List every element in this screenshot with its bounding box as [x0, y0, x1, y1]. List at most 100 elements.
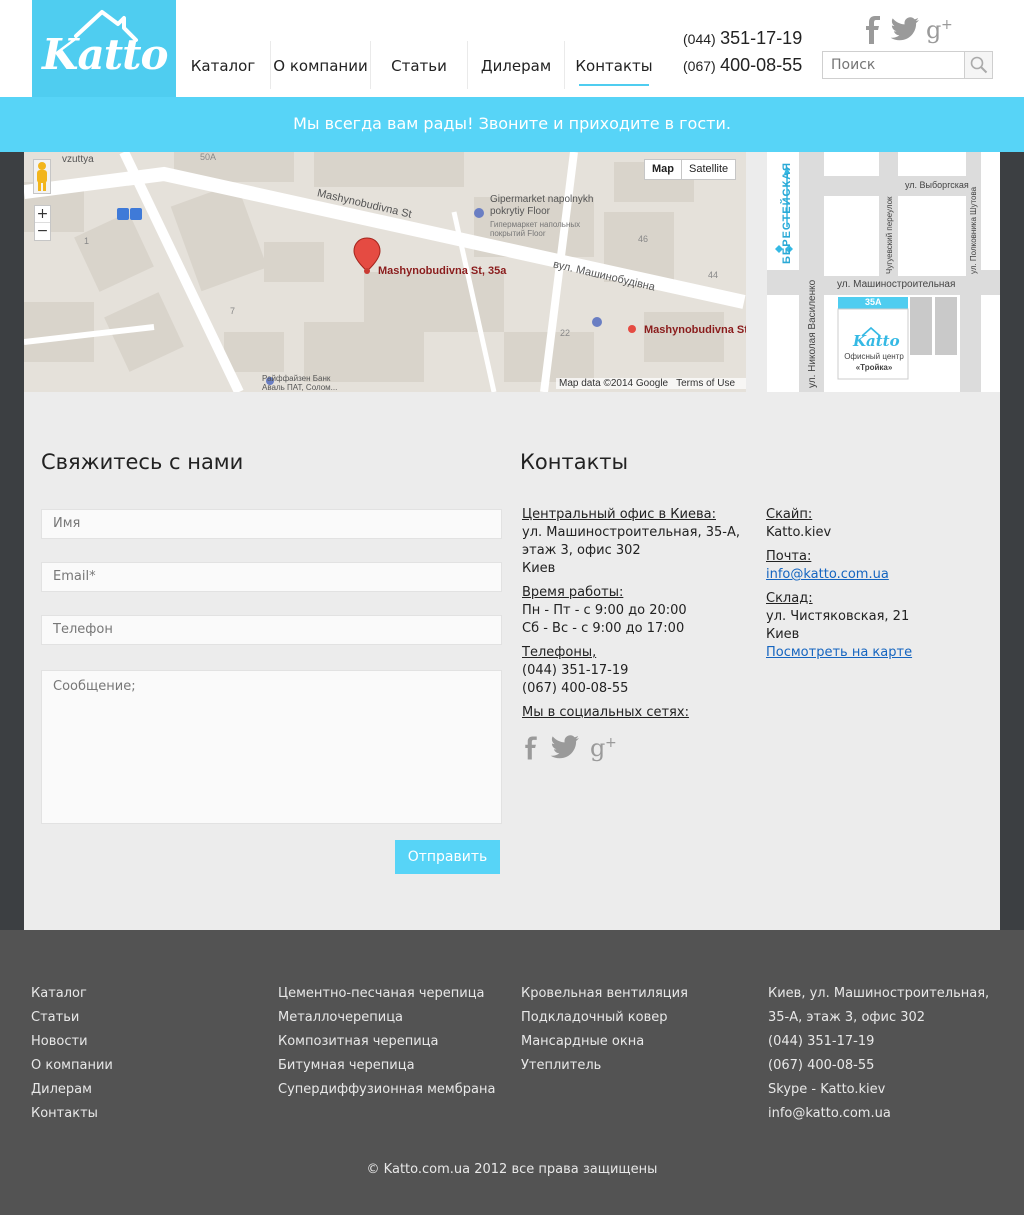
footer-link-product[interactable]: Цементно-песчаная черепица	[278, 982, 495, 1006]
footer-link-product[interactable]: Мансардные окна	[521, 1030, 688, 1054]
svg-text:+: +	[605, 735, 617, 751]
contacts-right-column: Скайп: Katto.kiev Почта: info@katto.com.…	[766, 506, 986, 662]
mail-label: Почта:	[766, 549, 812, 564]
map-type-map[interactable]: Map	[645, 160, 682, 179]
contacts-social: g +	[522, 734, 620, 762]
footer-link-product[interactable]: Утеплитель	[521, 1054, 688, 1078]
warehouse-label: Склад:	[766, 591, 813, 606]
email-field[interactable]: Email*	[41, 562, 502, 592]
scheme-street-vyborg: ул. Выборгская	[905, 180, 969, 190]
office-label: Центральный офис в Киева:	[522, 507, 716, 522]
map-type-satellite[interactable]: Satellite	[682, 160, 735, 179]
map-data-text: Map data ©2014 Google	[559, 378, 669, 389]
footer-link-about[interactable]: О компании	[31, 1054, 113, 1078]
twitter-icon[interactable]	[890, 17, 920, 43]
google-map[interactable]: + − Map Satellite Mashynobudivna St, 35a…	[24, 152, 746, 392]
map-num-44: 44	[708, 270, 719, 280]
map-type-toggle: Map Satellite	[644, 159, 737, 180]
nav-item-articles[interactable]: Статьи	[371, 41, 468, 89]
header-social: g +	[862, 16, 956, 44]
search-icon	[970, 56, 987, 74]
footer-link-product[interactable]: Металлочерепица	[278, 1006, 495, 1030]
map-top-left-label: vzuttya	[62, 154, 94, 165]
google-plus-icon[interactable]: g +	[926, 16, 956, 44]
contacts-phone-1[interactable]: (044) 351-17-19	[522, 662, 752, 680]
submit-button[interactable]: Отправить	[395, 840, 500, 874]
facebook-icon[interactable]	[522, 735, 540, 761]
warehouse-address: ул. Чистяковская, 21	[766, 609, 910, 624]
footer-link-contacts[interactable]: Контакты	[31, 1102, 113, 1126]
name-field[interactable]: Имя	[41, 509, 502, 539]
phones-label: Телефоны,	[522, 645, 597, 660]
footer-link-product[interactable]: Кровельная вентиляция	[521, 982, 688, 1006]
nav-item-contacts[interactable]: Контакты	[565, 41, 663, 89]
search-button[interactable]	[964, 52, 992, 78]
location-scheme: БЕРЕСТЕЙСКАЯ ул. Выборгская Чугуевский п…	[767, 152, 1000, 392]
header-phones: (044) 351-17-19 (067) 400-08-55	[683, 28, 802, 82]
hours-label: Время работы:	[522, 585, 624, 600]
map-pin-label: Mashynobudivna St, 35a	[378, 265, 507, 277]
mail-link[interactable]: info@katto.com.ua	[766, 566, 986, 584]
skype-value: Katto.kiev	[766, 525, 832, 540]
contacts-phone-2[interactable]: (067) 400-08-55	[522, 680, 752, 698]
footer-link-product[interactable]: Битумная черепица	[278, 1054, 495, 1078]
phone-field[interactable]: Телефон	[41, 615, 502, 645]
footer-link-articles[interactable]: Статьи	[31, 1006, 113, 1030]
footer-link-product[interactable]: Супердиффузионная мембрана	[278, 1078, 495, 1102]
map-attribution: Map data ©2014 Google Terms of Use	[556, 378, 746, 389]
footer-col-nav: Каталог Статьи Новости О компании Дилера…	[31, 982, 113, 1126]
contacts-left-column: Центральный офис в Киева: ул. Машиностро…	[522, 506, 752, 722]
footer-phone-1[interactable]: (044) 351-17-19	[768, 1030, 989, 1054]
logo-text: Katto	[42, 30, 169, 79]
footer-phone-2[interactable]: (067) 400-08-55	[768, 1054, 989, 1078]
map-zoom-control: + −	[34, 205, 51, 241]
hours-weekend: Сб - Вс - с 9:00 до 17:00	[522, 621, 685, 636]
street-view-icon[interactable]	[33, 159, 51, 194]
nav-item-dealers[interactable]: Дилерам	[468, 41, 565, 89]
logo[interactable]: Katto	[32, 0, 176, 97]
office-city: Киев	[522, 561, 556, 576]
footer-link-dealers[interactable]: Дилерам	[31, 1078, 113, 1102]
twitter-icon[interactable]	[550, 735, 580, 761]
scheme-metro: БЕРЕСТЕЙСКАЯ	[781, 161, 793, 264]
copyright: © Katto.com.ua 2012 все права защищены	[366, 1162, 658, 1177]
svg-text:+: +	[941, 17, 953, 33]
footer-skype: Skype - Katto.kiev	[768, 1082, 886, 1097]
office-address-line1: ул. Машиностроительная, 35-А,	[522, 525, 740, 540]
footer-link-product[interactable]: Подкладочный ковер	[521, 1006, 688, 1030]
scheme-office-line1: Офисный центр	[844, 352, 904, 361]
header-phone-1[interactable]: (044) 351-17-19	[683, 28, 802, 55]
footer-link-product[interactable]: Композитная черепица	[278, 1030, 495, 1054]
welcome-banner: Мы всегда вам рады! Звоните и приходите …	[0, 97, 1024, 152]
footer-email[interactable]: info@katto.com.ua	[768, 1102, 989, 1126]
footer-col-products-1: Цементно-песчаная черепица Металлочерепи…	[278, 982, 495, 1102]
content-area: + − Map Satellite Mashynobudivna St, 35a…	[24, 152, 1000, 930]
skype-label: Скайп:	[766, 507, 813, 522]
view-on-map-link[interactable]: Посмотреть на карте	[766, 644, 986, 662]
scheme-office-line2: «Тройка»	[855, 363, 893, 372]
search-input[interactable]	[823, 52, 963, 78]
footer: Каталог Статьи Новости О компании Дилера…	[0, 930, 1024, 1215]
map-store-ru: Гипермаркет напольных покрытий Floor	[490, 220, 581, 238]
nav-item-about[interactable]: О компании	[271, 41, 371, 89]
footer-link-catalog[interactable]: Каталог	[31, 982, 113, 1006]
zoom-in-button[interactable]: +	[35, 206, 50, 223]
map-store-en: Gipermarket napolnykh pokrytiy Floor	[490, 194, 594, 217]
svg-text:g: g	[926, 16, 941, 44]
zoom-out-button[interactable]: −	[35, 223, 50, 240]
map-pin2-label: Mashynobudivna St	[644, 324, 746, 336]
facebook-icon[interactable]	[862, 16, 884, 44]
search-box	[822, 51, 993, 79]
map-terms-link[interactable]: Terms of Use	[676, 378, 735, 389]
google-plus-icon[interactable]: g +	[590, 734, 620, 762]
message-field[interactable]: Сообщение;	[41, 670, 502, 824]
map-bank: Райффайзен Банк Аваль ПАТ, Солом...	[262, 374, 338, 392]
footer-link-news[interactable]: Новости	[31, 1030, 113, 1054]
nav-item-catalog[interactable]: Каталог	[176, 41, 271, 89]
footer-address-line2: 35-А, этаж 3, офис 302	[768, 1010, 926, 1025]
contacts-title: Контакты	[520, 450, 629, 474]
hours-weekdays: Пн - Пт - с 9:00 до 20:00	[522, 603, 687, 618]
header-phone-2[interactable]: (067) 400-08-55	[683, 55, 802, 82]
scheme-street-nikolaya: ул. Николая Василенко	[807, 279, 818, 388]
footer-col-contacts: Киев, ул. Машиностроительная, 35-А, этаж…	[768, 982, 989, 1126]
